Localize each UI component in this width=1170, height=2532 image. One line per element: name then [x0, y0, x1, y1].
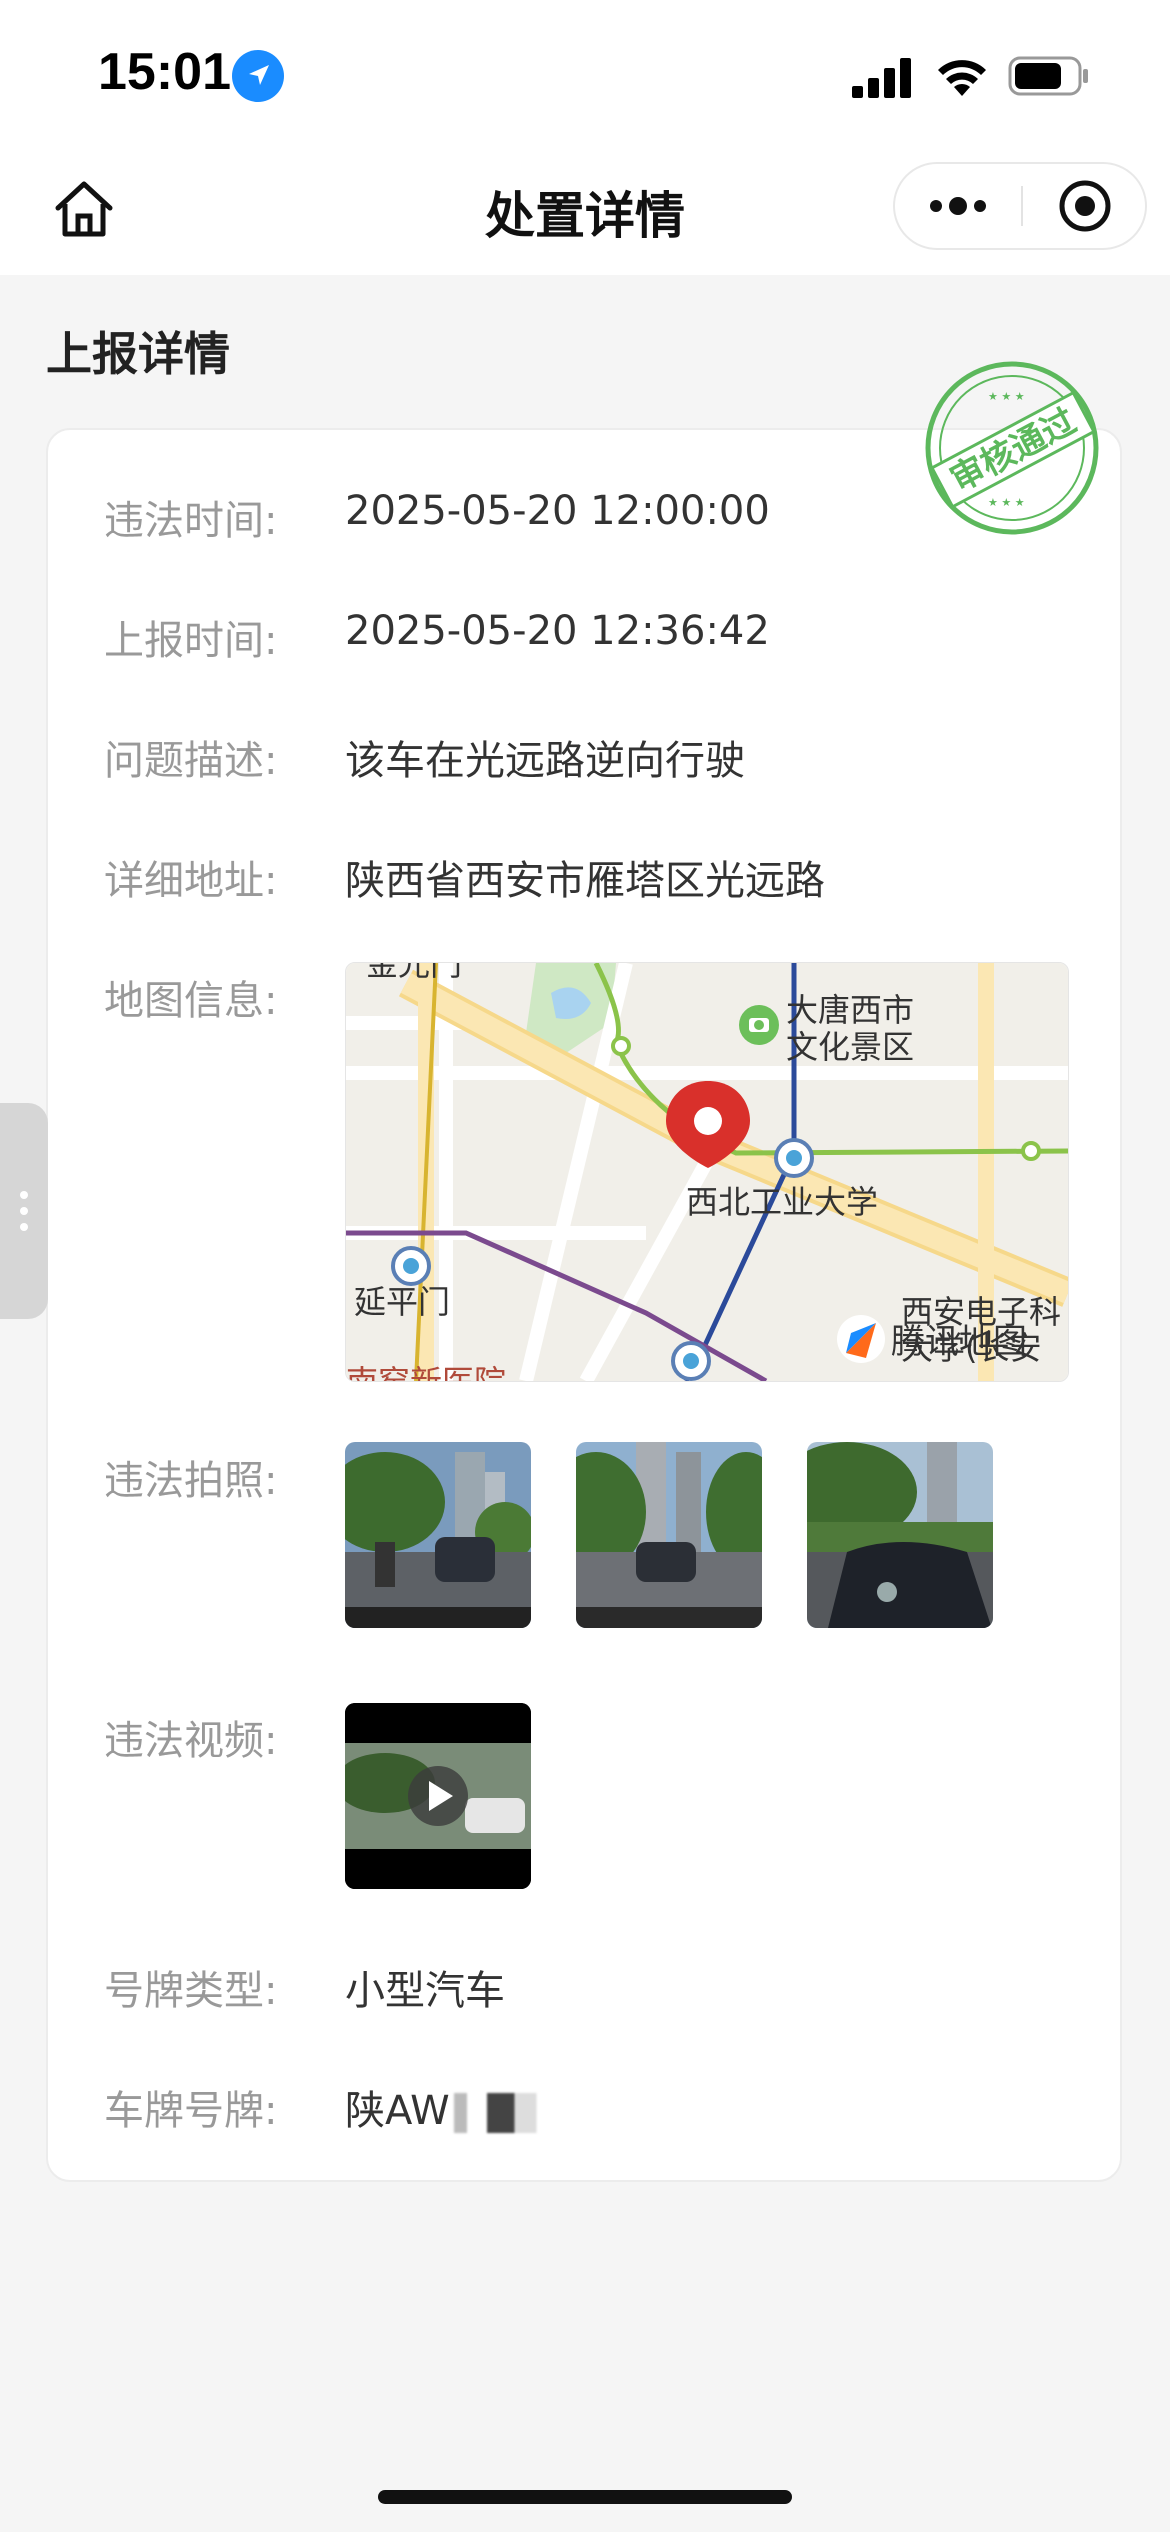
address-label: 详细地址: [104, 858, 278, 904]
nav-bar: 处置详情 [0, 150, 1170, 275]
map-label: 地图信息: [104, 978, 278, 1024]
description-value: 该车在光远路逆向行驶 [345, 738, 745, 784]
photos-label: 违法拍照: [104, 1458, 278, 1504]
map-graphic: 大唐西市 文化景区 西北工业大学 延平门 金光门 西安电子科 大学(长安 南窑新… [346, 963, 1068, 1381]
video-label: 违法视频: [104, 1718, 278, 1764]
violation-time-label: 违法时间: [104, 498, 278, 544]
plate-redaction [453, 2093, 564, 2133]
map-view[interactable]: 大唐西市 文化景区 西北工业大学 延平门 金光门 西安电子科 大学(长安 南窑新… [345, 962, 1069, 1382]
plate-number-text: 陕AW [345, 2088, 450, 2134]
svg-text:★ ★ ★: ★ ★ ★ [988, 496, 1025, 509]
status-time: 15:01 [98, 43, 231, 101]
close-button[interactable] [1023, 164, 1147, 248]
map-label-gate: 延平门 [354, 1283, 450, 1321]
battery-icon [1008, 56, 1088, 96]
violation-video[interactable] [345, 1703, 531, 1889]
map-brand: 腾讯地图 [891, 1322, 1027, 1362]
map-label-top-left: 金光门 [366, 963, 462, 983]
plate-type-value: 小型汽车 [345, 1968, 505, 2014]
address-value: 陕西省西安市雁塔区光远路 [345, 858, 825, 904]
description-label: 问题描述: [104, 738, 278, 784]
plate-type-label: 号牌类型: [104, 1968, 278, 2014]
map-label-univ: 西北工业大学 [686, 1183, 878, 1221]
home-indicator[interactable] [378, 2490, 792, 2504]
plate-number-value: 陕AW [345, 2078, 564, 2136]
tencent-map-logo: 腾讯地图 [837, 1315, 1027, 1363]
violation-photo-3[interactable] [807, 1442, 993, 1628]
approved-stamp: ★ ★ ★ ★ ★ ★ 审核通过 [925, 361, 1099, 535]
violation-time-value: 2025-05-20 12:00:00 [345, 488, 770, 534]
plate-number-label: 车牌号牌: [104, 2088, 278, 2134]
report-time-label: 上报时间: [104, 618, 278, 664]
signal-icon [852, 58, 911, 98]
target-close-icon [1059, 180, 1111, 232]
svg-text:★ ★ ★: ★ ★ ★ [988, 390, 1025, 403]
map-label-park-2: 文化景区 [786, 1028, 914, 1066]
more-button[interactable] [895, 164, 1021, 248]
section-title: 上报详情 [46, 327, 230, 381]
violation-photo-2[interactable] [576, 1442, 762, 1628]
map-label-bottom-left: 南窑新医院 [346, 1363, 506, 1381]
wifi-icon [938, 60, 986, 96]
location-arrow-icon [232, 50, 284, 102]
map-label-park: 大唐西市 [786, 991, 914, 1029]
status-bar: 15:01 [0, 0, 1170, 150]
report-time-value: 2025-05-20 12:36:42 [345, 608, 770, 654]
violation-photo-1[interactable] [345, 1442, 531, 1628]
side-drawer-handle[interactable] [0, 1103, 48, 1319]
more-dots-icon [930, 197, 986, 215]
mini-program-capsule [893, 162, 1147, 250]
